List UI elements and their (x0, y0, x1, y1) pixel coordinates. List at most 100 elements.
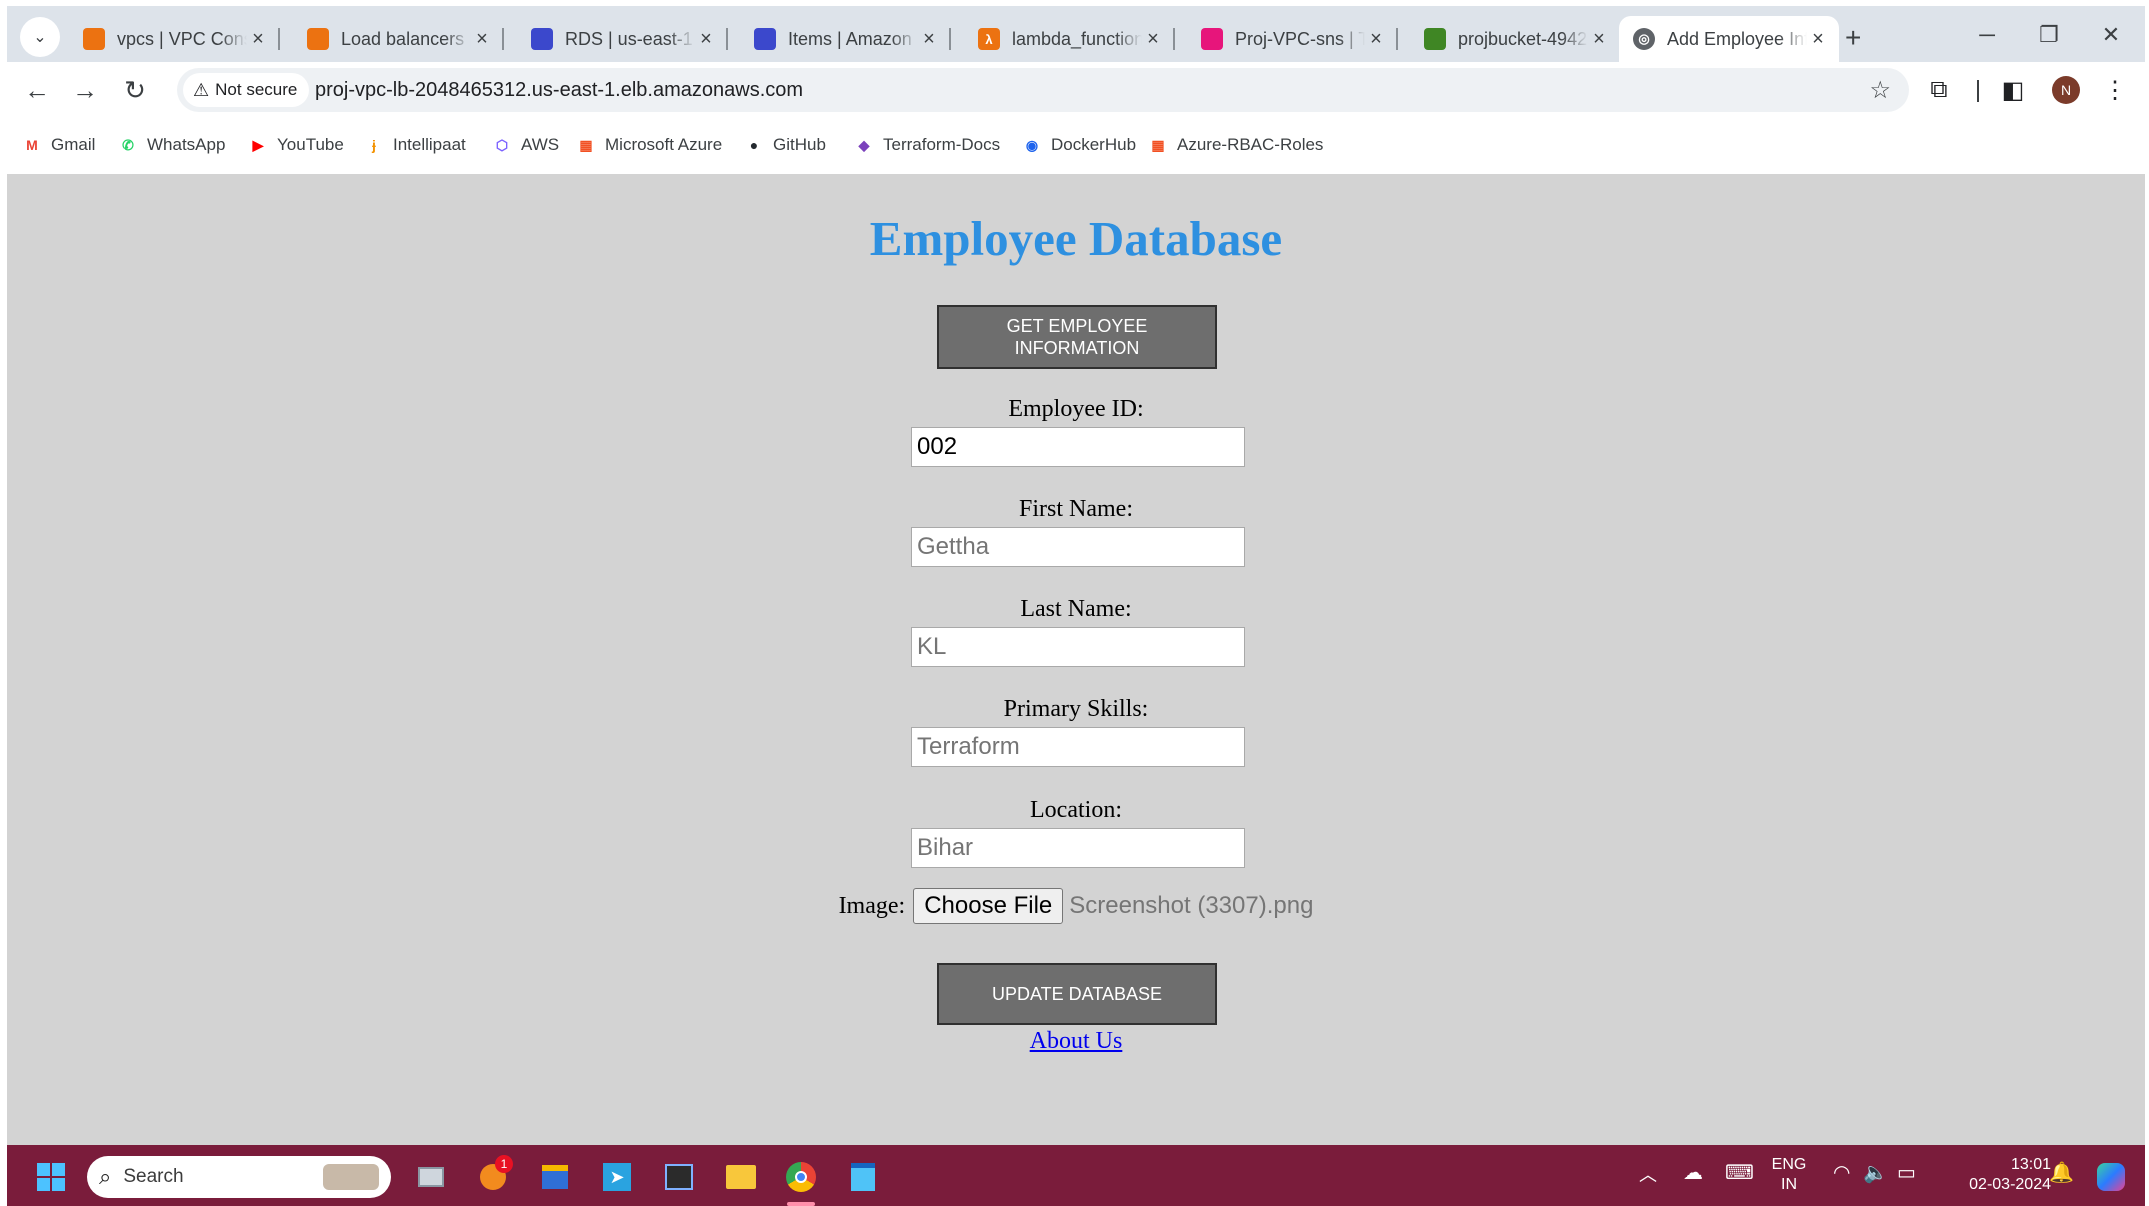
bookmark-github[interactable]: ● GitHub (743, 132, 826, 158)
employee-id-input[interactable] (911, 427, 1245, 467)
close-tab-icon[interactable]: × (471, 28, 493, 50)
snipping-tool-icon[interactable] (659, 1157, 699, 1197)
get-employee-button[interactable]: GET EMPLOYEE INFORMATION (937, 305, 1217, 369)
avatar[interactable]: N (2052, 76, 2080, 104)
language-indicator[interactable]: ENG IN (1769, 1155, 1809, 1195)
close-tab-icon[interactable]: × (1365, 28, 1387, 50)
windows-taskbar: ⌕ Search 1 ➤ ︿ ☁ ⌨ ENG IN ◠ 🔈 ▭ 13:01 02… (7, 1145, 2145, 1206)
clock-time: 13:01 (2010, 1156, 2051, 1173)
address-bar[interactable]: ⚠ Not secure proj-vpc-lb-2048465312.us-e… (177, 68, 1909, 112)
close-tab-icon[interactable]: × (695, 28, 717, 50)
tab-7[interactable]: projbucket-4942 × (1410, 16, 1621, 62)
chrome-icon[interactable] (781, 1157, 821, 1197)
bookmark-terraform-docs[interactable]: ◆ Terraform-Docs (853, 132, 1001, 158)
back-icon[interactable]: ← (19, 72, 55, 108)
image-upload-row: Image: Choose File Screenshot (3307).png (7, 888, 2145, 924)
bookmark-icon: ⬡ (495, 136, 509, 153)
wifi-icon[interactable]: ◠ (1833, 1163, 1850, 1183)
keyboard-icon[interactable]: ⌨ (1725, 1163, 1754, 1183)
battery-icon[interactable]: ▭ (1897, 1163, 1916, 1183)
volume-icon[interactable]: 🔈 (1863, 1163, 1888, 1183)
clock[interactable]: 13:01 02-03-2024 (1941, 1155, 2051, 1195)
bookmark-aws[interactable]: ⬡ AWS (491, 132, 559, 158)
close-tab-icon[interactable]: × (918, 28, 940, 50)
bookmark-label: DockerHub (1051, 135, 1137, 154)
image-label: Image: (838, 892, 906, 919)
location-input[interactable] (911, 828, 1245, 868)
web-page: Employee Database GET EMPLOYEE INFORMATI… (7, 174, 2145, 1145)
onedrive-icon[interactable]: ☁ (1683, 1163, 1703, 1183)
tab-1[interactable]: vpcs | VPC Console× (69, 16, 280, 62)
bookmark-intellipaat[interactable]: ɉ Intellipaat (363, 132, 466, 158)
first-name-input[interactable] (911, 527, 1245, 567)
tab-4[interactable]: Items | Amazon DynamoDB× (740, 16, 951, 62)
close-window-icon[interactable]: ✕ (2091, 18, 2131, 52)
bookmark-icon: ▦ (1151, 136, 1165, 153)
fruit-app-icon[interactable]: 1 (473, 1155, 513, 1197)
tab-2[interactable]: Load balancers | EC2× (293, 16, 504, 62)
file-explorer-icon[interactable] (721, 1157, 761, 1197)
tab-6[interactable]: Proj-VPC-sns | Topics× (1187, 16, 1398, 62)
show-hidden-icons-icon[interactable]: ︿ (1639, 1165, 1657, 1185)
about-us-link[interactable]: About Us (7, 1028, 2145, 1055)
task-view-icon[interactable] (411, 1157, 451, 1197)
primary-skills-input[interactable] (911, 727, 1245, 767)
update-database-button[interactable]: UPDATE DATABASE (937, 963, 1217, 1025)
tab-search-button[interactable]: ⌄ (20, 17, 60, 57)
notepad-icon[interactable] (843, 1157, 883, 1197)
clock-date: 02-03-2024 (1969, 1176, 2051, 1193)
bookmark-whatsapp[interactable]: ✆ WhatsApp (117, 132, 225, 158)
url-text[interactable]: proj-vpc-lb-2048465312.us-east-1.elb.ama… (315, 79, 803, 102)
browser-toolbar: ← → ↻ ⚠ Not secure proj-vpc-lb-204846531… (7, 62, 2145, 118)
tab-title: Add Employee Information (1667, 28, 1807, 49)
close-tab-icon[interactable]: × (1588, 28, 1610, 50)
tab-strip: ⌄ vpcs | VPC Console×Load balancers | EC… (7, 6, 2145, 62)
search-icon: ⌕ (99, 1164, 112, 1189)
forward-icon[interactable]: → (67, 72, 103, 108)
tab-add-employee[interactable]: ◎ Add Employee Information × (1619, 16, 1839, 62)
tab-3[interactable]: RDS | us-east-1 × (517, 16, 728, 62)
last-name-input[interactable] (911, 627, 1245, 667)
bookmark-star-icon[interactable]: ☆ (1869, 76, 1891, 105)
bookmark-microsoft-azure[interactable]: ▦ Microsoft Azure (575, 132, 722, 158)
extensions-icon[interactable]: ⧉ (1925, 76, 1953, 104)
globe-icon: ◎ (1633, 28, 1655, 50)
close-tab-icon[interactable]: × (1807, 28, 1829, 50)
tab-favicon-icon (307, 28, 329, 50)
security-indicator[interactable]: ⚠ Not secure (183, 73, 310, 107)
region-label: IN (1781, 1176, 1797, 1193)
taskbar-search[interactable]: ⌕ Search (87, 1156, 391, 1198)
taskbar-search-label: Search (123, 1166, 184, 1187)
store-icon[interactable] (535, 1157, 575, 1197)
new-tab-button[interactable]: + (1845, 24, 1861, 52)
bookmark-youtube[interactable]: ▶ YouTube (247, 132, 344, 158)
windows-start-icon[interactable] (31, 1157, 71, 1197)
bookmark-icon: ▶ (252, 136, 264, 153)
bookmark-azure-rbac-roles[interactable]: ▦ Azure-RBAC-Roles (1147, 132, 1323, 158)
notifications-icon[interactable]: 🔔 (2049, 1163, 2074, 1183)
active-app-indicator (787, 1202, 815, 1206)
reload-icon[interactable]: ↻ (117, 72, 153, 108)
notification-badge: 1 (495, 1155, 513, 1173)
bookmark-gmail[interactable]: M Gmail (21, 132, 95, 158)
close-tab-icon[interactable]: × (1142, 28, 1164, 50)
bookmark-label: Terraform-Docs (883, 135, 1001, 154)
bookmark-label: GitHub (773, 135, 826, 154)
restore-icon[interactable]: ❐ (2029, 18, 2069, 52)
choose-file-button[interactable]: Choose File (913, 888, 1064, 924)
bookmark-label: Microsoft Azure (605, 135, 723, 154)
close-tab-icon[interactable]: × (247, 28, 269, 50)
telegram-icon[interactable]: ➤ (597, 1157, 637, 1197)
tab-favicon-icon: λ (978, 28, 1000, 50)
side-panel-icon[interactable]: ◧ (1999, 76, 2027, 104)
copilot-icon[interactable] (2091, 1157, 2131, 1197)
security-label: Not secure (215, 80, 298, 99)
search-highlight-icon (323, 1164, 379, 1190)
minimize-icon[interactable]: ─ (1967, 18, 2007, 52)
bookmarks-bar: M Gmail ✆ WhatsApp ▶ YouTube ɉ Intellipaat ⬡ AWS ▦… (7, 118, 2145, 174)
tab-title: vpcs | VPC Console (117, 28, 247, 49)
selected-file-name: Screenshot (3307).png (1069, 892, 1314, 919)
tab-5[interactable]: λ lambda_function × (964, 16, 1175, 62)
bookmark-dockerhub[interactable]: ◉ DockerHub (1021, 132, 1136, 158)
menu-icon[interactable]: ⋮ (2101, 76, 2129, 104)
